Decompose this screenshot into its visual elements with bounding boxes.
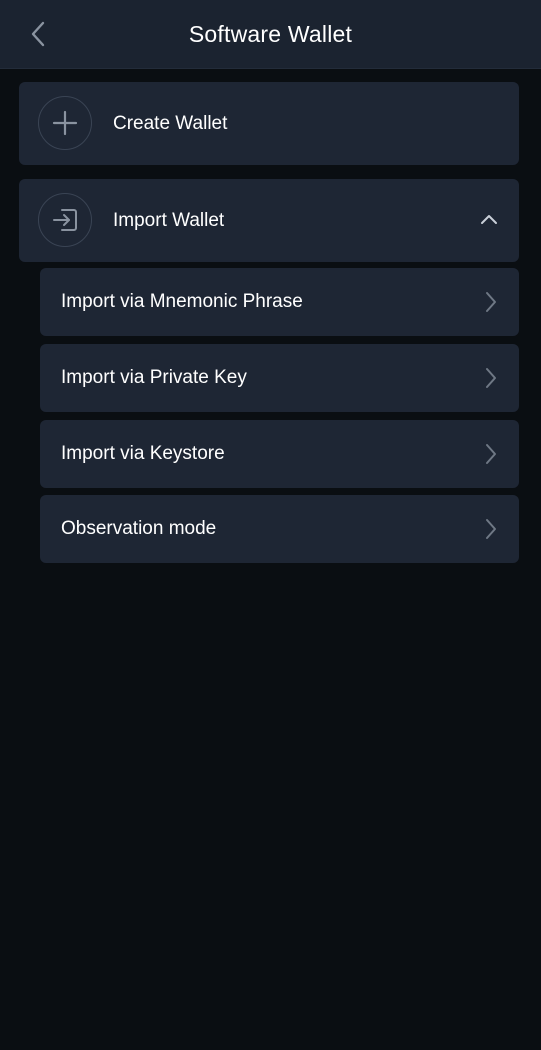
page-title: Software Wallet xyxy=(188,21,353,47)
chevron-right-icon xyxy=(483,366,499,390)
create-wallet-label: Create Wallet xyxy=(113,113,228,134)
import-keystore-label: Import via Keystore xyxy=(61,443,225,464)
chevron-right-icon xyxy=(483,290,499,314)
plus-icon xyxy=(52,110,78,136)
chevron-right-icon xyxy=(483,442,499,466)
import-wallet-toggle[interactable]: Import Wallet xyxy=(19,179,519,262)
create-wallet-button[interactable]: Create Wallet xyxy=(19,82,519,165)
import-private-key-label: Import via Private Key xyxy=(61,367,247,388)
import-mnemonic-label: Import via Mnemonic Phrase xyxy=(61,291,303,312)
top-bar: Software Wallet xyxy=(0,0,541,69)
import-wallet-icon-wrap xyxy=(38,193,92,247)
chevron-right-icon xyxy=(483,517,499,541)
import-keystore-option[interactable]: Import via Keystore xyxy=(40,420,519,488)
software-wallet-screen: Software Wallet Create Wallet Import Wal… xyxy=(0,0,541,1050)
chevron-up-icon xyxy=(481,215,497,224)
import-private-key-option[interactable]: Import via Private Key xyxy=(40,344,519,412)
observation-mode-label: Observation mode xyxy=(61,518,217,539)
create-wallet-icon-wrap xyxy=(38,96,92,150)
import-wallet-label: Import Wallet xyxy=(113,210,225,231)
collapse-toggle[interactable] xyxy=(479,209,499,229)
observation-mode-option[interactable]: Observation mode xyxy=(40,495,519,563)
import-mnemonic-option[interactable]: Import via Mnemonic Phrase xyxy=(40,268,519,336)
import-icon xyxy=(53,209,77,231)
